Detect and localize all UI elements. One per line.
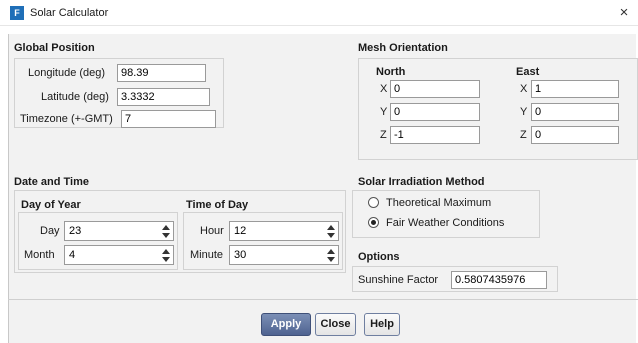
east-z-input[interactable]	[531, 126, 619, 144]
mesh-orientation-title: Mesh Orientation	[358, 42, 448, 54]
minute-spinbox[interactable]: 30	[229, 245, 339, 265]
irradiation-title: Solar Irradiation Method	[358, 176, 485, 188]
timezone-label: Timezone (+-GMT)	[20, 113, 113, 125]
global-position-title: Global Position	[14, 42, 95, 54]
north-z-input[interactable]	[390, 126, 480, 144]
spin-down-icon[interactable]	[327, 257, 335, 262]
hour-label: Hour	[200, 225, 224, 237]
longitude-input[interactable]	[117, 64, 206, 82]
theoretical-maximum-radio[interactable]	[368, 197, 379, 208]
north-x-label: X	[380, 83, 388, 95]
minute-value: 30	[234, 249, 247, 261]
apply-button[interactable]: Apply	[261, 313, 311, 336]
latitude-input[interactable]	[117, 88, 210, 106]
north-y-input[interactable]	[390, 103, 480, 121]
hour-spinbox[interactable]: 12	[229, 221, 339, 241]
fair-weather-label[interactable]: Fair Weather Conditions	[386, 217, 504, 229]
north-title: North	[376, 66, 406, 78]
month-spin-arrows[interactable]	[161, 247, 171, 263]
sunshine-factor-input[interactable]	[451, 271, 547, 289]
east-y-label: Y	[520, 106, 528, 118]
east-x-input[interactable]	[531, 80, 619, 98]
month-spinbox[interactable]: 4	[64, 245, 174, 265]
east-title: East	[516, 66, 540, 78]
options-title: Options	[358, 251, 400, 263]
east-x-label: X	[520, 83, 528, 95]
day-of-year-title: Day of Year	[21, 199, 81, 211]
hour-spin-arrows[interactable]	[326, 223, 336, 239]
day-label: Day	[40, 225, 60, 237]
minute-spin-arrows[interactable]	[326, 247, 336, 263]
theoretical-maximum-label[interactable]: Theoretical Maximum	[386, 197, 491, 209]
spin-down-icon[interactable]	[162, 257, 170, 262]
north-x-input[interactable]	[390, 80, 480, 98]
app-icon: F	[10, 6, 24, 20]
spin-down-icon[interactable]	[327, 233, 335, 238]
date-time-title: Date and Time	[14, 176, 89, 188]
latitude-label: Latitude (deg)	[41, 91, 109, 103]
north-y-label: Y	[380, 106, 388, 118]
spin-up-icon[interactable]	[162, 225, 170, 230]
day-value: 23	[69, 225, 82, 237]
fair-weather-radio[interactable]	[368, 217, 379, 228]
window-titlebar: F Solar Calculator ×	[0, 0, 638, 26]
window-title: Solar Calculator	[30, 7, 109, 19]
east-z-label: Z	[520, 129, 527, 141]
timezone-input[interactable]	[121, 110, 216, 128]
minute-label: Minute	[190, 249, 224, 261]
spin-up-icon[interactable]	[327, 249, 335, 254]
button-row-separator	[8, 299, 638, 300]
spin-down-icon[interactable]	[162, 233, 170, 238]
spin-up-icon[interactable]	[327, 225, 335, 230]
close-window-icon[interactable]: ×	[614, 4, 634, 22]
north-z-label: Z	[380, 129, 387, 141]
help-button[interactable]: Help	[364, 313, 400, 336]
longitude-label: Longitude (deg)	[28, 67, 106, 79]
month-value: 4	[69, 249, 76, 261]
close-button[interactable]: Close	[315, 313, 356, 336]
day-spin-arrows[interactable]	[161, 223, 171, 239]
time-of-day-title: Time of Day	[186, 199, 249, 211]
month-label: Month	[24, 249, 55, 261]
day-spinbox[interactable]: 23	[64, 221, 174, 241]
hour-value: 12	[234, 225, 247, 237]
sunshine-factor-label: Sunshine Factor	[358, 274, 439, 286]
spin-up-icon[interactable]	[162, 249, 170, 254]
east-y-input[interactable]	[531, 103, 619, 121]
